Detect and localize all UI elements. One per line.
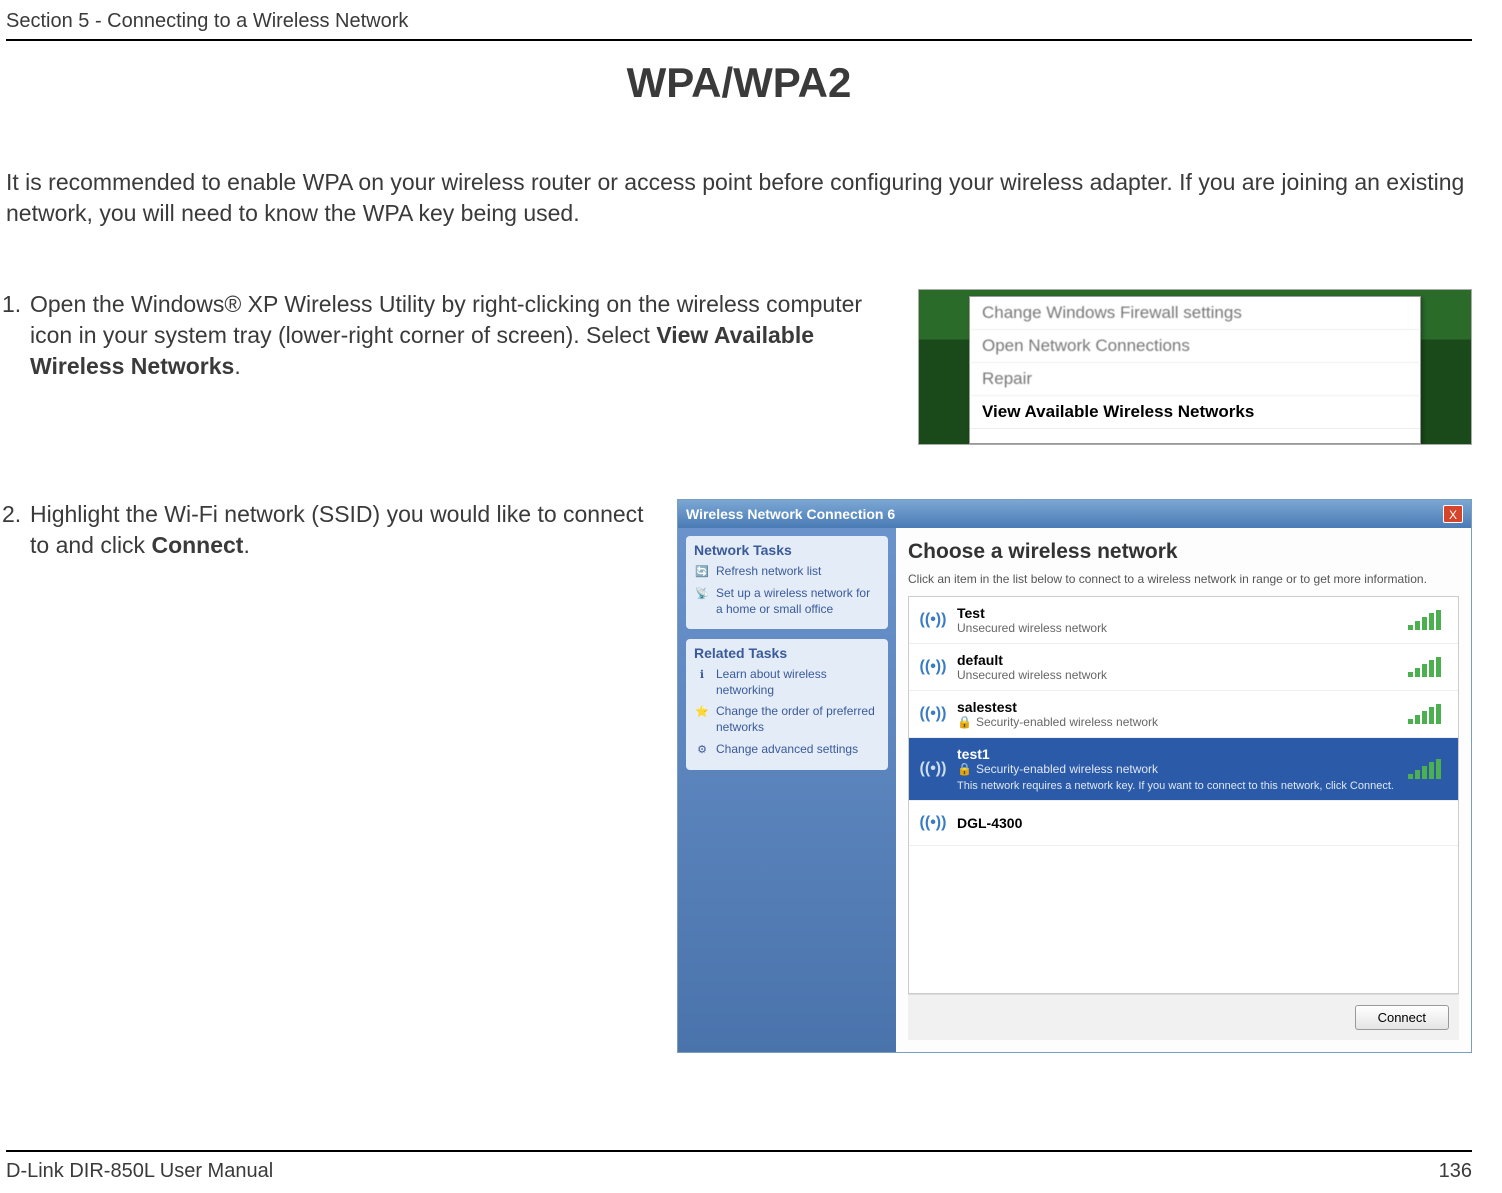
menu-item-view-networks[interactable]: View Available Wireless Networks <box>970 396 1420 429</box>
network-extra-text: This network requires a network key. If … <box>957 780 1398 792</box>
order-link[interactable]: ⭐ Change the order of preferred networks <box>694 704 880 735</box>
network-item-dgl4300[interactable]: ((•)) DGL-4300 <box>909 801 1458 846</box>
learn-link[interactable]: ℹ Learn about wireless networking <box>694 667 880 698</box>
close-icon[interactable]: X <box>1443 505 1463 523</box>
menu-item-repair[interactable]: Repair <box>970 363 1420 396</box>
titlebar: Wireless Network Connection 6 X <box>678 500 1471 528</box>
menu-item-firewall[interactable]: Change Windows Firewall settings <box>970 297 1420 330</box>
setup-icon: 📡 <box>694 586 710 602</box>
network-item-test1[interactable]: ((•)) test1 🔒Security-enabled wireless n… <box>909 738 1458 801</box>
antenna-icon: ((•)) <box>919 809 947 837</box>
advanced-link[interactable]: ⚙ Change advanced settings <box>694 742 880 758</box>
star-icon: ⭐ <box>694 704 710 720</box>
network-tasks-panel: Network Tasks 🔄 Refresh network list 📡 S… <box>686 536 888 629</box>
step-2-number: 2. <box>2 499 30 530</box>
signal-icon <box>1408 704 1448 724</box>
lock-icon: 🔒 <box>957 762 972 776</box>
signal-icon <box>1408 759 1448 779</box>
step-1-text: 1.Open the Windows® XP Wireless Utility … <box>6 289 894 382</box>
screenshot-context-menu: Change Windows Firewall settings Open Ne… <box>918 289 1472 445</box>
network-list: ((•)) Test Unsecured wireless network ((… <box>908 596 1459 994</box>
gear-icon: ⚙ <box>694 742 710 758</box>
network-item-default[interactable]: ((•)) default Unsecured wireless network <box>909 644 1458 691</box>
antenna-icon: ((•)) <box>919 606 947 634</box>
signal-icon <box>1408 657 1448 677</box>
step-1-number: 1. <box>2 289 30 320</box>
footer-page-number: 136 <box>1439 1160 1472 1183</box>
choose-network-subtitle: Click an item in the list below to conne… <box>908 572 1459 586</box>
page-title: WPA/WPA2 <box>6 59 1472 107</box>
antenna-icon: ((•)) <box>919 700 947 728</box>
step-1-row: 1.Open the Windows® XP Wireless Utility … <box>6 289 1472 445</box>
footer-manual-name: D-Link DIR-850L User Manual <box>6 1160 273 1183</box>
refresh-icon: 🔄 <box>694 564 710 580</box>
main-panel: Choose a wireless network Click an item … <box>896 528 1471 1052</box>
window-footer: Connect <box>908 994 1459 1040</box>
context-menu: Change Windows Firewall settings Open Ne… <box>969 296 1421 444</box>
network-item-salestest[interactable]: ((•)) salestest 🔒Security-enabled wirele… <box>909 691 1458 738</box>
info-icon: ℹ <box>694 667 710 683</box>
titlebar-text: Wireless Network Connection 6 <box>686 506 895 522</box>
related-tasks-title: Related Tasks <box>694 645 880 661</box>
related-tasks-panel: Related Tasks ℹ Learn about wireless net… <box>686 639 888 769</box>
intro-text: It is recommended to enable WPA on your … <box>6 167 1472 229</box>
network-tasks-title: Network Tasks <box>694 542 880 558</box>
section-label: Section 5 - Connecting to a Wireless Net… <box>6 10 1472 33</box>
screenshot-wireless-window: Wireless Network Connection 6 X Network … <box>677 499 1472 1053</box>
menu-item-open-connections[interactable]: Open Network Connections <box>970 330 1420 363</box>
step-2-bold: Connect <box>151 532 243 558</box>
refresh-link[interactable]: 🔄 Refresh network list <box>694 564 880 580</box>
setup-link[interactable]: 📡 Set up a wireless network for a home o… <box>694 586 880 617</box>
antenna-icon: ((•)) <box>919 653 947 681</box>
window-body: Network Tasks 🔄 Refresh network list 📡 S… <box>678 528 1471 1052</box>
lock-icon: 🔒 <box>957 715 972 729</box>
page-header: Section 5 - Connecting to a Wireless Net… <box>6 10 1472 41</box>
step-2-text: 2.Highlight the Wi-Fi network (SSID) you… <box>6 499 653 561</box>
sidebar: Network Tasks 🔄 Refresh network list 📡 S… <box>678 528 896 1052</box>
choose-network-title: Choose a wireless network <box>908 540 1459 564</box>
antenna-icon: ((•)) <box>919 755 947 783</box>
signal-icon <box>1408 610 1448 630</box>
step-2-row: 2.Highlight the Wi-Fi network (SSID) you… <box>6 499 1472 1053</box>
connect-button[interactable]: Connect <box>1355 1005 1449 1030</box>
page-footer: D-Link DIR-850L User Manual 136 <box>6 1150 1472 1183</box>
network-item-test[interactable]: ((•)) Test Unsecured wireless network <box>909 597 1458 644</box>
